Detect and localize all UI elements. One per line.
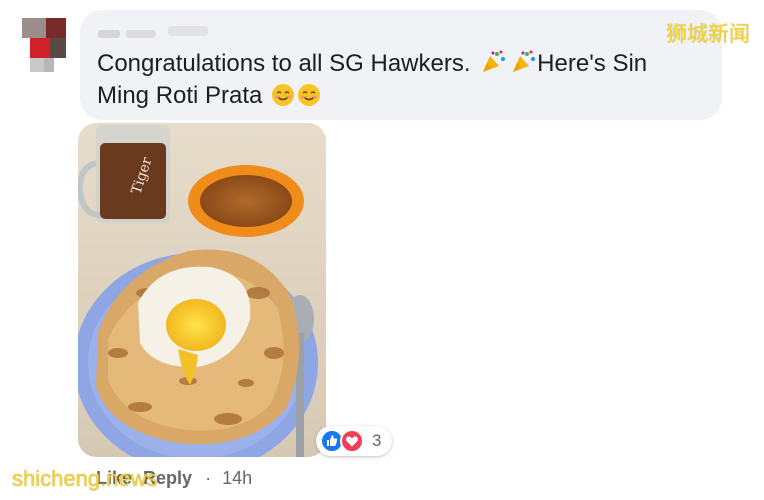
party-popper-icon: [513, 50, 536, 72]
reaction-count: 3: [372, 431, 382, 450]
commenter-avatar[interactable]: [16, 16, 70, 74]
roti-prata-photo: Tiger: [78, 123, 326, 457]
separator-dot: ·: [205, 468, 212, 488]
party-popper-icon: [483, 50, 506, 72]
comment-text: Congratulations to all SG Hawkers. Here'…: [97, 48, 697, 112]
watermark-bottom-left: shicheng.news: [12, 466, 158, 491]
heart-icon: [340, 429, 364, 453]
comment-photo[interactable]: Tiger: [78, 123, 326, 457]
watermark-top-right: 狮城新闻: [666, 23, 750, 46]
comment-text-line2: Here's Sin: [537, 50, 648, 77]
smiling-face-icon: [298, 84, 321, 106]
reaction-summary[interactable]: 3: [316, 426, 392, 456]
comment-text-line3: Ming Roti Prata: [97, 82, 263, 109]
smiling-face-icon: [272, 84, 295, 106]
blurred-name-shape: [98, 26, 208, 38]
comment-text-line1: Congratulations to all SG Hawkers.: [97, 50, 471, 77]
comment-timestamp[interactable]: 14h: [222, 468, 252, 488]
commenter-name-blurred[interactable]: [98, 22, 218, 42]
